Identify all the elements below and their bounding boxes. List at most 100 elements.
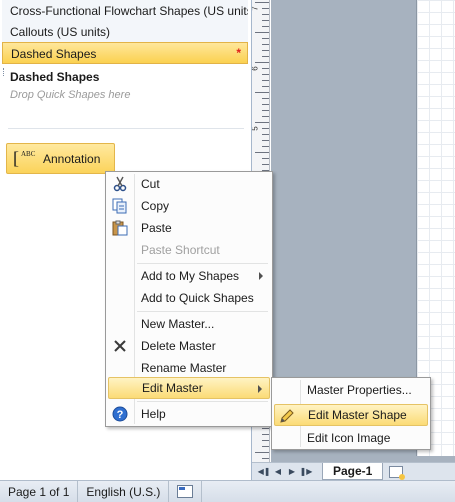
pencil-icon [279, 408, 295, 424]
next-page-icon[interactable]: ▶ [286, 466, 298, 478]
menu-item-rename-master[interactable]: Rename Master [108, 357, 270, 379]
menu-separator [137, 401, 268, 402]
menu-item-cut[interactable]: Cut [108, 173, 270, 195]
stencil-label: Cross-Functional Flowchart Shapes (US un… [10, 4, 248, 18]
menu-label: Edit Icon Image [307, 431, 391, 445]
copy-icon [112, 198, 128, 214]
ruler-tick [262, 14, 269, 15]
ruler-tick [255, 62, 269, 63]
status-bar: Page 1 of 1 English (U.S.) [0, 480, 455, 502]
ruler-tick [262, 446, 269, 447]
submenu-arrow-icon [258, 385, 262, 393]
stencil-dashed-shapes[interactable]: Dashed Shapes * [2, 42, 248, 64]
menu-item-new-master[interactable]: New Master... [108, 313, 270, 335]
ruler-tick [255, 152, 269, 153]
unsaved-marker: * [236, 46, 241, 60]
menu-label: Edit Master Shape [308, 408, 407, 422]
ruler-label: 6 [252, 66, 260, 70]
language-status[interactable]: English (U.S.) [78, 481, 170, 502]
ruler-tick [255, 122, 269, 123]
menu-label: Master Properties... [307, 383, 412, 397]
menu-item-paste[interactable]: Paste [108, 217, 270, 239]
delete-x-icon [112, 338, 128, 354]
section-divider [8, 128, 244, 129]
menu-separator [137, 263, 268, 264]
stencil-callouts[interactable]: Callouts (US units) [2, 21, 248, 43]
menu-item-edit-icon-image[interactable]: Edit Icon Image [274, 427, 428, 449]
ruler-tick [262, 158, 269, 159]
ruler-tick [262, 164, 269, 165]
menu-label: Edit Master [142, 381, 203, 395]
ruler-label: 7 [252, 6, 260, 10]
context-menu: Cut Copy Paste Paste Shortcut Add to My … [105, 171, 273, 427]
menu-item-master-properties[interactable]: Master Properties... [274, 379, 428, 401]
ruler-tick [262, 458, 269, 459]
annotation-master-shape[interactable]: [ ABC Annotation [6, 143, 115, 174]
menu-label: Add to Quick Shapes [141, 291, 254, 305]
stencil-cross-functional[interactable]: Cross-Functional Flowchart Shapes (US un… [2, 0, 248, 22]
ruler-tick [262, 68, 269, 69]
menu-label: Cut [141, 177, 160, 191]
menu-label: Delete Master [141, 339, 216, 353]
ruler-tick [262, 74, 269, 75]
page-number-status[interactable]: Page 1 of 1 [0, 481, 79, 502]
menu-label: Rename Master [141, 361, 227, 375]
menu-label: Copy [141, 199, 170, 213]
ruler-tick [262, 56, 269, 57]
ruler-tick [262, 104, 269, 105]
menu-item-edit-master-shape[interactable]: Edit Master Shape [274, 404, 428, 426]
menu-separator [137, 311, 268, 312]
ruler-tick [255, 92, 269, 93]
quick-shapes-title: Dashed Shapes [10, 70, 100, 84]
menu-item-copy[interactable]: Copy [108, 195, 270, 217]
page-tabs-bar: ◀❚ ◀ ▶ ❚▶ Page-1 [252, 462, 455, 480]
tab-page-1[interactable]: Page-1 [322, 463, 384, 480]
annotation-icon-text: ABC [21, 149, 36, 158]
menu-item-paste-shortcut[interactable]: Paste Shortcut [108, 239, 270, 261]
stencil-label: Callouts (US units) [10, 25, 111, 39]
svg-text:?: ? [117, 409, 124, 421]
menu-item-add-to-quick-shapes[interactable]: Add to Quick Shapes [108, 287, 270, 309]
ruler-tick [262, 140, 269, 141]
ruler-tick [262, 50, 269, 51]
ruler-tick [255, 452, 269, 453]
ruler-tick [262, 434, 269, 435]
ruler-tick [262, 134, 269, 135]
insert-page-icon[interactable] [389, 465, 406, 480]
ruler-tick [262, 128, 269, 129]
macro-status[interactable] [169, 481, 203, 502]
ruler-tick [255, 2, 269, 3]
ruler-tick [262, 8, 269, 9]
ruler-tick [262, 44, 269, 45]
ruler-tick [262, 116, 269, 117]
ruler-tick [262, 146, 269, 147]
submenu-arrow-icon [259, 272, 263, 280]
menu-label: Help [141, 407, 166, 421]
menu-label: Paste Shortcut [141, 243, 220, 257]
menu-item-edit-master[interactable]: Edit Master [108, 377, 270, 399]
scissors-icon [112, 176, 128, 192]
ruler-tick [262, 440, 269, 441]
menu-item-add-to-my-shapes[interactable]: Add to My Shapes [108, 265, 270, 287]
macro-record-icon [177, 485, 194, 498]
ruler-tick [262, 98, 269, 99]
menu-item-delete-master[interactable]: Delete Master [108, 335, 270, 357]
ruler-tick [262, 38, 269, 39]
last-page-icon[interactable]: ❚▶ [300, 466, 313, 478]
menu-item-help[interactable]: ? Help [108, 403, 270, 425]
menu-label: Paste [141, 221, 172, 235]
paste-icon [112, 220, 128, 236]
stencil-label: Dashed Shapes [11, 47, 97, 61]
quick-shapes-hint: Drop Quick Shapes here [10, 89, 131, 101]
first-page-icon[interactable]: ◀❚ [258, 466, 271, 478]
ruler-tick [262, 20, 269, 21]
resize-grip[interactable] [3, 68, 6, 76]
annotation-icon: [ ABC [13, 147, 36, 168]
ruler-tick [262, 428, 269, 429]
previous-page-icon[interactable]: ◀ [272, 466, 284, 478]
ruler-tick [262, 86, 269, 87]
ruler-tick [255, 32, 269, 33]
ruler-tick [262, 26, 269, 27]
menu-label: New Master... [141, 317, 215, 331]
ruler-tick [262, 80, 269, 81]
